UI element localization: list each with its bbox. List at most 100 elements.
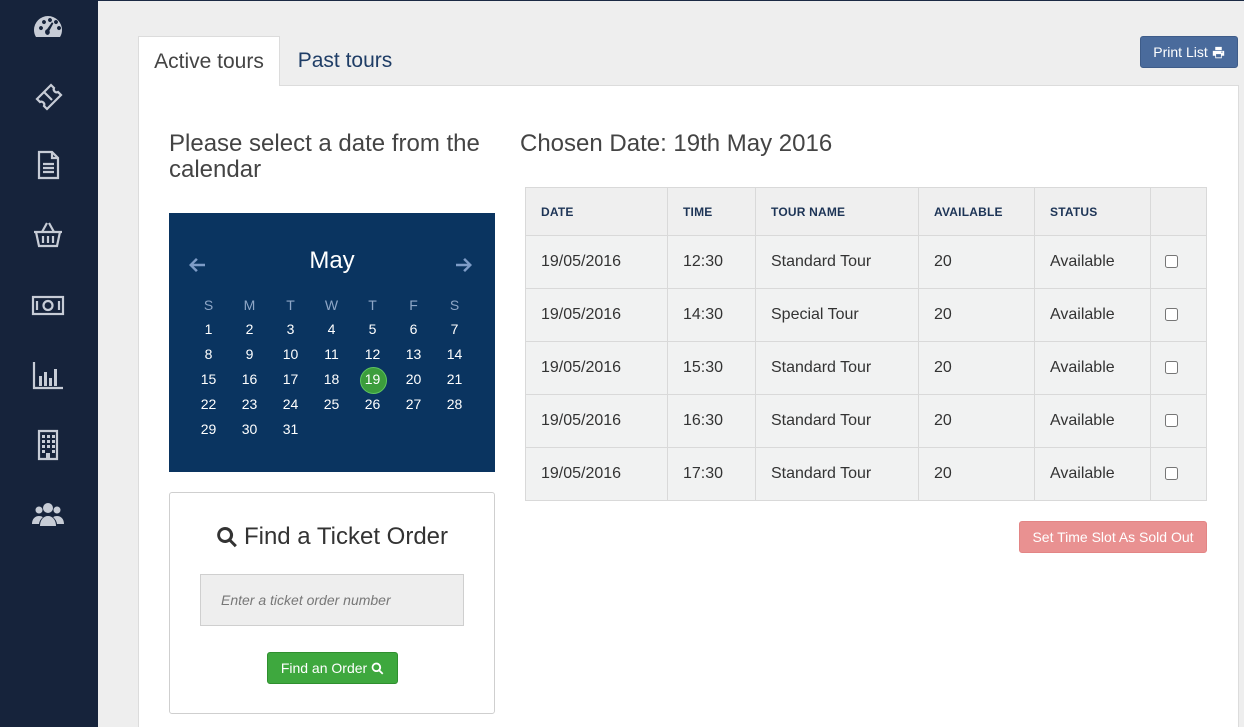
calendar-day-number: 12 [364, 346, 381, 362]
calendar-day[interactable]: 3 [270, 317, 311, 342]
calendar: May S M T W T F S 1 2 3 4 5 6 7 8 9 10 11 12 13 14 15 1… [169, 213, 495, 472]
calendar-day-number: 9 [245, 346, 254, 362]
cell-time: 15:30 [667, 341, 756, 395]
calendar-day-number: 19 [364, 371, 381, 387]
sidebar [0, 0, 98, 727]
calendar-day[interactable]: 21 [434, 367, 475, 392]
calendar-month: May [309, 247, 355, 274]
calendar-day-number: 4 [327, 321, 336, 337]
print-list-label: Print List [1153, 44, 1208, 60]
cell-time: 16:30 [667, 394, 756, 448]
calendar-day-number: 7 [450, 321, 459, 337]
calendar-day-number: 27 [405, 396, 422, 412]
calendar-next-button[interactable] [452, 253, 476, 277]
tab-past-tours[interactable]: Past tours [282, 36, 408, 86]
calendar-day-number: 29 [200, 421, 217, 437]
calendar-day[interactable]: 28 [434, 392, 475, 417]
calendar-day[interactable]: 31 [270, 417, 311, 442]
calendar-day[interactable]: 13 [393, 342, 434, 367]
cell-available: 20 [918, 447, 1035, 501]
calendar-day-number: 23 [241, 396, 258, 412]
calendar-day[interactable]: 7 [434, 317, 475, 342]
calendar-day[interactable]: 8 [188, 342, 229, 367]
cell-time: 12:30 [667, 235, 756, 289]
calendar-day-number: 15 [200, 371, 217, 387]
calendar-day[interactable]: 20 [393, 367, 434, 392]
cell-tour-name: Standard Tour [755, 394, 919, 448]
building-icon[interactable] [29, 426, 67, 464]
cell-tour-name: Special Tour [755, 288, 919, 342]
calendar-day-number: 30 [241, 421, 258, 437]
set-sold-out-button[interactable]: Set Time Slot As Sold Out [1019, 521, 1207, 553]
cell-select [1150, 394, 1207, 448]
table-row: 19/05/2016 14:30 Special Tour 20 Available [525, 288, 1207, 342]
calendar-day-number: 18 [323, 371, 340, 387]
calendar-day[interactable]: 11 [311, 342, 352, 367]
calendar-day[interactable]: 10 [270, 342, 311, 367]
weekday-label: M [243, 297, 256, 313]
ticket-order-input[interactable] [200, 574, 464, 626]
calendar-day[interactable]: 15 [188, 367, 229, 392]
money-icon[interactable] [29, 286, 67, 324]
calendar-day[interactable]: 30 [229, 417, 270, 442]
tab-active-tours[interactable]: Active tours [138, 36, 280, 86]
row-select-checkbox[interactable] [1165, 255, 1178, 269]
column-header-select [1150, 187, 1207, 236]
bar-chart-icon[interactable] [29, 356, 67, 394]
calendar-day-number: 17 [282, 371, 299, 387]
calendar-day[interactable]: 5 [352, 317, 393, 342]
calendar-day[interactable]: 14 [434, 342, 475, 367]
calendar-day[interactable]: 22 [188, 392, 229, 417]
row-select-checkbox[interactable] [1165, 414, 1178, 428]
calendar-day[interactable]: 26 [352, 392, 393, 417]
table-row: 19/05/2016 17:30 Standard Tour 20 Available [525, 447, 1207, 501]
calendar-day[interactable]: 23 [229, 392, 270, 417]
users-icon[interactable] [29, 495, 67, 533]
row-select-checkbox[interactable] [1165, 467, 1178, 481]
cell-date: 19/05/2016 [525, 288, 668, 342]
calendar-day-number: 8 [204, 346, 213, 362]
calendar-day[interactable]: 9 [229, 342, 270, 367]
cell-available: 20 [918, 394, 1035, 448]
calendar-day[interactable]: 18 [311, 367, 352, 392]
calendar-day[interactable]: 12 [352, 342, 393, 367]
calendar-day-number: 11 [324, 346, 339, 362]
dashboard-icon[interactable] [29, 8, 67, 46]
cell-available: 20 [918, 235, 1035, 289]
calendar-day-number: 25 [323, 396, 340, 412]
cell-date: 19/05/2016 [525, 447, 668, 501]
cell-status: Available [1034, 394, 1151, 448]
calendar-day[interactable]: 24 [270, 392, 311, 417]
calendar-prev-button[interactable] [185, 253, 209, 277]
tours-table-body: 19/05/2016 12:30 Standard Tour 20 Available 1… [525, 235, 1207, 501]
calendar-day[interactable]: 6 [393, 317, 434, 342]
basket-icon[interactable] [29, 216, 67, 254]
calendar-day[interactable]: 16 [229, 367, 270, 392]
calendar-day[interactable]: 1 [188, 317, 229, 342]
column-header-available: AVAILABLE [918, 187, 1035, 236]
calendar-day[interactable]: 17 [270, 367, 311, 392]
calendar-day[interactable]: 25 [311, 392, 352, 417]
calendar-day[interactable]: 4 [311, 317, 352, 342]
cell-select [1150, 288, 1207, 342]
find-ticket-order-box: Find a Ticket Order Find an Order [169, 492, 495, 714]
weekday-label: W [324, 297, 339, 313]
row-select-checkbox[interactable] [1165, 308, 1178, 322]
find-order-button[interactable]: Find an Order [267, 652, 398, 684]
ticket-icon[interactable] [29, 77, 67, 115]
calendar-day-number: 16 [241, 371, 258, 387]
calendar-day-number: 24 [282, 396, 299, 412]
calendar-day[interactable]: 27 [393, 392, 434, 417]
row-select-checkbox[interactable] [1165, 361, 1178, 375]
column-header-time: TIME [667, 187, 756, 236]
arrow-right-icon [456, 258, 472, 272]
cell-available: 20 [918, 341, 1035, 395]
calendar-day-selected[interactable]: 19 [352, 367, 393, 394]
arrow-left-icon [189, 258, 205, 272]
calendar-day[interactable]: 2 [229, 317, 270, 342]
weekday-label: T [286, 297, 295, 313]
cell-status: Available [1034, 288, 1151, 342]
print-list-button[interactable]: Print List [1140, 36, 1238, 68]
calendar-day[interactable]: 29 [188, 417, 229, 442]
document-icon[interactable] [29, 146, 67, 184]
